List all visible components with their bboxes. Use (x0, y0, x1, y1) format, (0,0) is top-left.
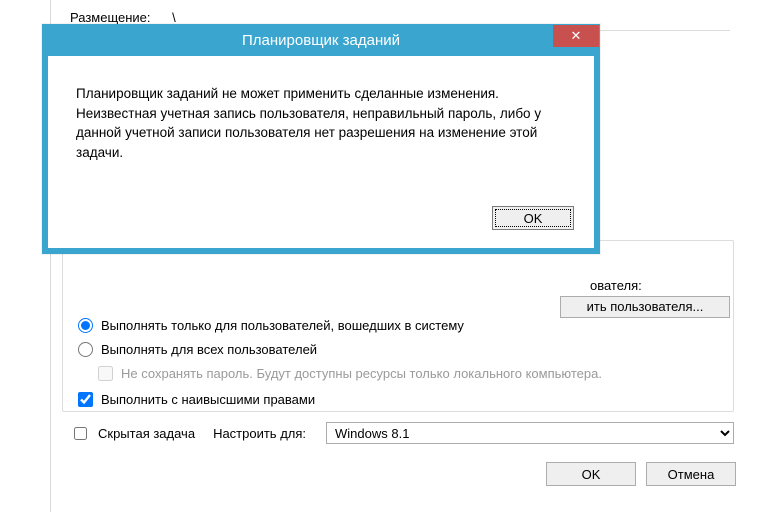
location-value: \ (172, 10, 176, 25)
error-dialog: Планировщик заданий не может применить с… (42, 24, 600, 254)
no-save-password-label: Не сохранять пароль. Будут доступны ресу… (121, 366, 602, 381)
hidden-task-row: Скрытая задача Настроить для: (70, 424, 306, 443)
close-glyph: ✕ (571, 28, 582, 44)
configure-for-label: Настроить для: (213, 426, 306, 441)
run-logged-in-label: Выполнять только для пользователей, воше… (101, 318, 464, 333)
run-all-users-radio-row: Выполнять для всех пользователей (78, 342, 317, 357)
run-all-users-label: Выполнять для всех пользователей (101, 342, 317, 357)
close-icon[interactable]: ✕ (553, 25, 599, 47)
error-dialog-footer: OK (48, 206, 594, 248)
change-user-button[interactable]: ить пользователя... (560, 296, 730, 318)
hidden-task-checkbox[interactable] (74, 427, 87, 440)
error-ok-button[interactable]: OK (492, 206, 574, 230)
configure-for-select[interactable]: Windows 8.1 (326, 422, 734, 444)
highest-privileges-checkbox[interactable] (78, 392, 93, 407)
run-logged-in-radio[interactable] (78, 318, 93, 333)
dialog-buttons: OK Отмена (546, 462, 736, 486)
location-label: Размещение: (70, 10, 151, 25)
error-message: Планировщик заданий не может применить с… (48, 56, 594, 206)
location-row: Размещение: \ (70, 10, 176, 25)
ok-button[interactable]: OK (546, 462, 636, 486)
cancel-button[interactable]: Отмена (646, 462, 736, 486)
run-logged-in-radio-row: Выполнять только для пользователей, воше… (78, 318, 464, 333)
highest-privileges-label: Выполнить с наивысшими правами (101, 392, 315, 407)
no-save-password-row: Не сохранять пароль. Будут доступны ресу… (98, 366, 602, 381)
user-account-label-fragment: ователя: (590, 278, 642, 293)
highest-privileges-row: Выполнить с наивысшими правами (78, 392, 315, 407)
run-all-users-radio[interactable] (78, 342, 93, 357)
no-save-password-checkbox (98, 366, 113, 381)
hidden-task-label: Скрытая задача (98, 426, 195, 441)
